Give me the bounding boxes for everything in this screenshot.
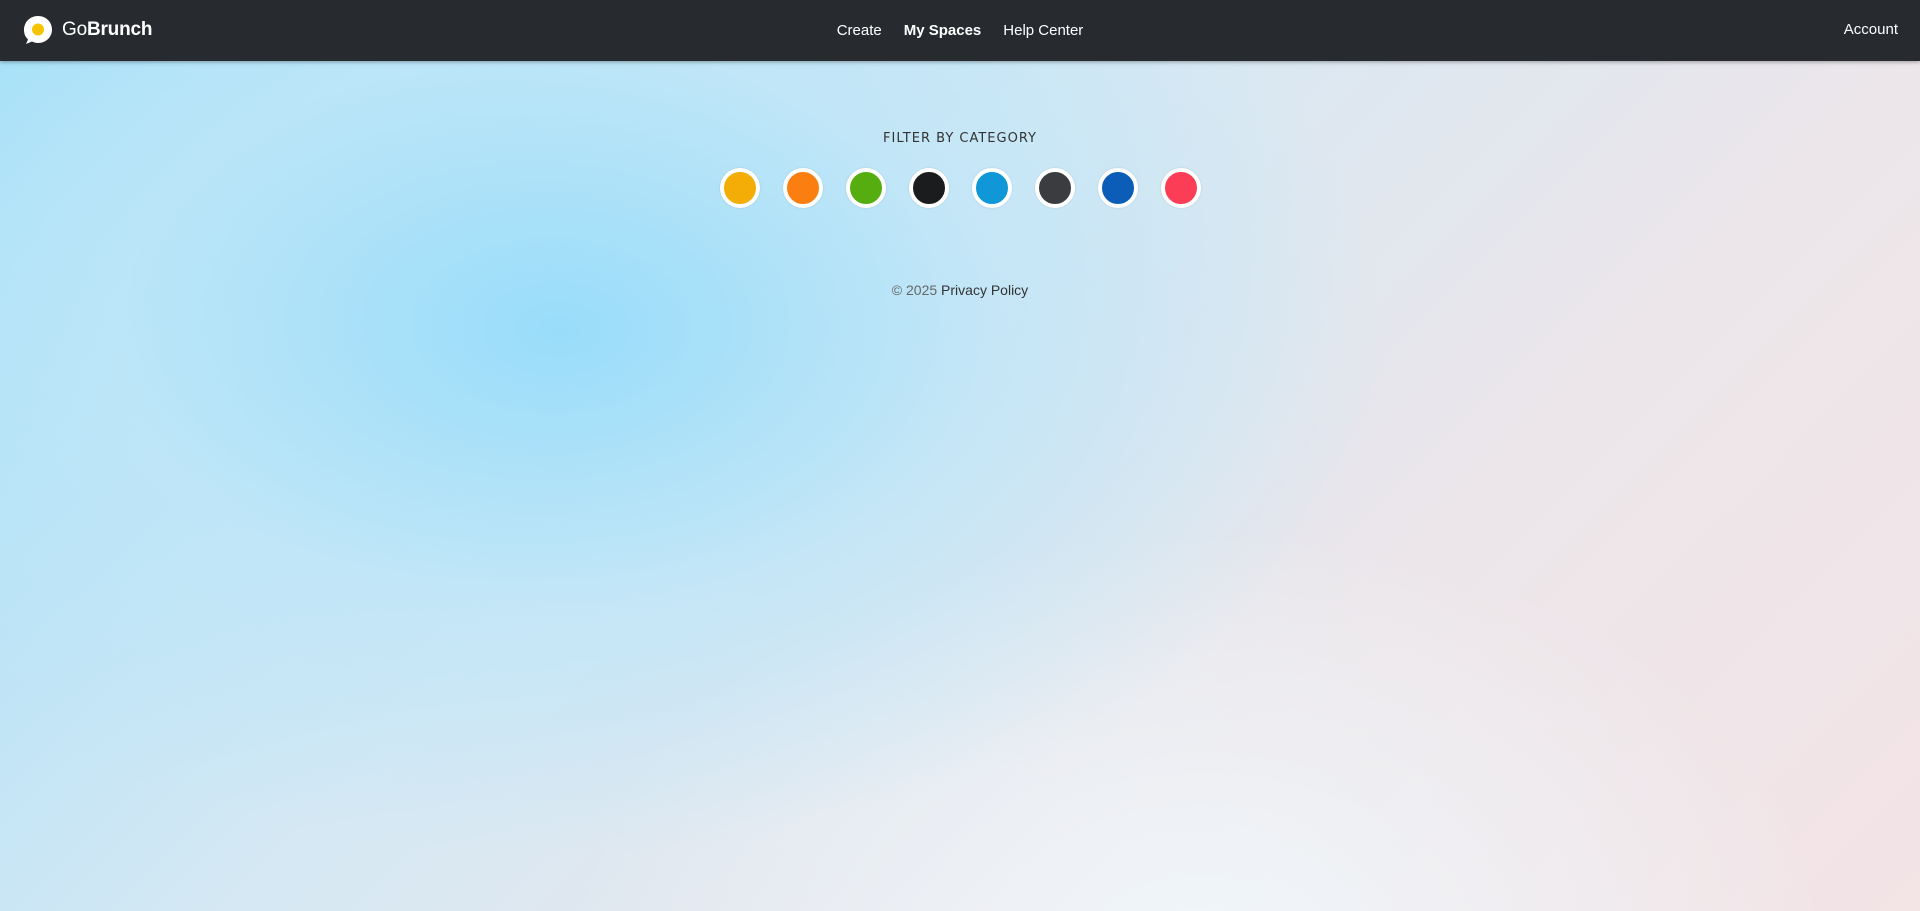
nav-help-center[interactable]: Help Center	[1003, 22, 1083, 39]
category-filter-dot-3[interactable]	[845, 168, 886, 208]
category-filter: FILTER BY CATEGORY	[0, 131, 1920, 208]
brand-name: GoBrunch	[62, 19, 152, 41]
category-filter-dot-8[interactable]	[1160, 168, 1201, 208]
brand-name-bold: Brunch	[86, 19, 153, 40]
nav-create[interactable]: Create	[837, 22, 882, 39]
category-filter-dot-4[interactable]	[908, 168, 949, 208]
top-navbar: GoBrunch Create My Spaces Help Center Ac…	[0, 0, 1920, 61]
category-filter-dot-6[interactable]	[1034, 168, 1075, 208]
category-filter-dot-7[interactable]	[1097, 168, 1138, 208]
filter-title: FILTER BY CATEGORY	[883, 131, 1037, 146]
footer: © 2025 Privacy Policy	[0, 282, 1920, 298]
category-color-list	[0, 168, 1920, 208]
privacy-policy-link[interactable]: Privacy Policy	[941, 282, 1028, 298]
brand-name-light: Go	[62, 19, 87, 40]
nav-my-spaces[interactable]: My Spaces	[904, 22, 982, 39]
category-filter-dot-5[interactable]	[971, 168, 1012, 208]
category-filter-dot-2[interactable]	[782, 168, 823, 208]
copyright-text: © 2025	[891, 282, 938, 298]
speech-bubble-yolk-icon	[22, 14, 54, 46]
brand-logo-link[interactable]: GoBrunch	[22, 14, 152, 46]
category-filter-dot-1[interactable]	[719, 168, 760, 208]
account-link[interactable]: Account	[1844, 21, 1898, 38]
main-nav: Create My Spaces Help Center	[0, 0, 1920, 61]
